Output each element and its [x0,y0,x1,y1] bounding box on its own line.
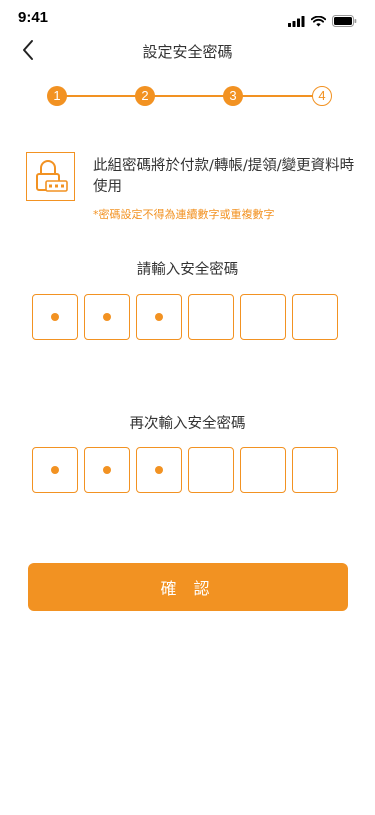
pin-dot [103,466,111,474]
confirm-cell-2[interactable] [84,447,130,493]
confirm-cell-5[interactable] [240,447,286,493]
pin-dot [103,313,111,321]
password-usage-text: 此組密碼將於付款/轉帳/提領/變更資料時使用 [93,158,355,195]
page-title: 設定安全密碼 [142,43,233,61]
wifi-icon [310,12,327,31]
pin-entry-label: 請輸入安全密碼 [136,262,239,278]
pin-cell-5[interactable] [240,294,286,340]
confirm-cell-1[interactable] [32,447,78,493]
pin-dot [155,466,163,474]
lock-icon-box [26,152,75,201]
progress-stepper: 1 2 3 4 [47,86,332,106]
pin-confirm-field[interactable] [32,447,344,493]
battery-icon [332,12,357,31]
pin-cell-6[interactable] [292,294,338,340]
confirm-cell-4[interactable] [188,447,234,493]
confirm-button[interactable]: 確 認 [28,563,348,611]
pin-dot [51,313,59,321]
stepper-line [57,95,322,97]
step-4: 4 [312,86,332,106]
status-time: 9:41 [18,9,49,26]
lock-with-keypad-icon [27,160,73,203]
step-1: 1 [47,86,67,106]
step-3: 3 [223,86,243,106]
status-bar: 9:41 [0,0,375,36]
status-icons [288,12,357,31]
nav-bar: 設定安全密碼 [0,32,375,68]
pin-cell-4[interactable] [188,294,234,340]
pin-confirm-label: 再次輸入安全密碼 [129,416,246,432]
pin-dot [51,466,59,474]
signal-icon [288,12,305,31]
pin-cell-1[interactable] [32,294,78,340]
pin-entry-field[interactable] [32,294,344,340]
password-rule-note: *密碼設定不得為連續數字或重複數字 [93,208,275,221]
confirm-cell-6[interactable] [292,447,338,493]
confirm-cell-3[interactable] [136,447,182,493]
pin-cell-3[interactable] [136,294,182,340]
step-2: 2 [135,86,155,106]
pin-dot [155,313,163,321]
pin-cell-2[interactable] [84,294,130,340]
